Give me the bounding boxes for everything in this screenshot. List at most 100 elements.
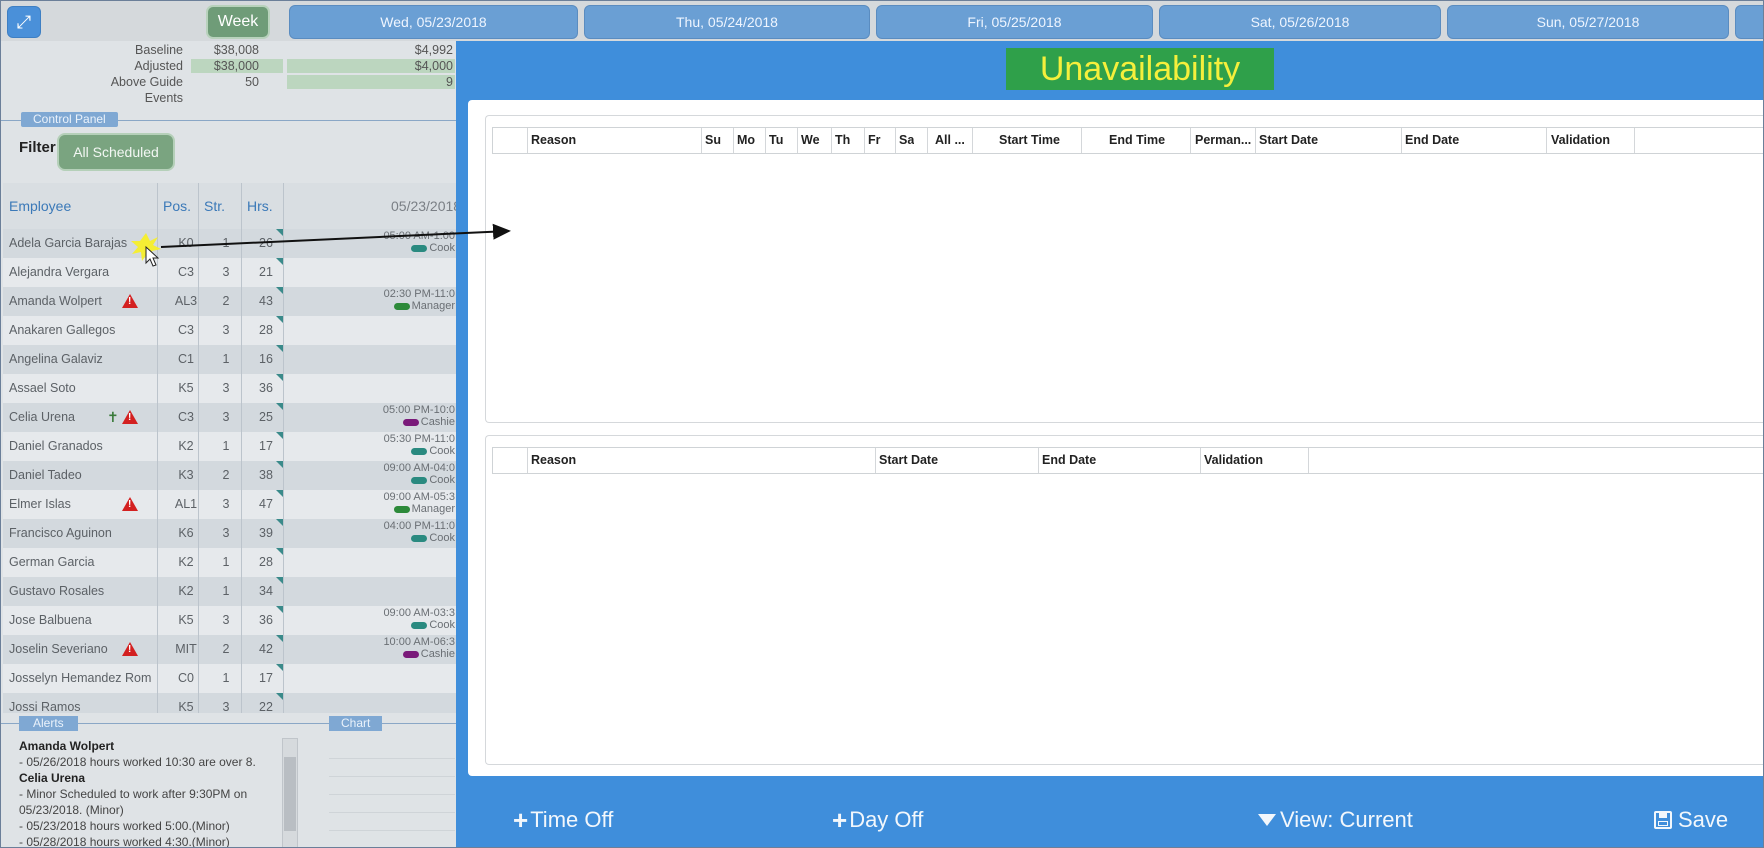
header-str[interactable]: Str. xyxy=(204,183,225,229)
table-row[interactable]: Daniel Tadeo K3 2 38 09:00 AM-04:0 Cook xyxy=(3,461,457,491)
th-end-date[interactable]: End Date xyxy=(1042,448,1096,473)
time-off-button[interactable]: + Time Off xyxy=(513,802,613,838)
employee-name[interactable]: Daniel Tadeo xyxy=(9,461,159,490)
th-validation[interactable]: Validation xyxy=(1551,128,1610,153)
day-tab-thu[interactable]: Thu, 05/24/2018 xyxy=(584,5,870,39)
shift-time[interactable]: 02:30 PM-11:0 xyxy=(384,288,455,300)
alerts-scrollbar[interactable] xyxy=(282,738,298,847)
employee-name[interactable]: Francisco Aguinon xyxy=(9,519,159,548)
table-row[interactable]: Adela Garcia Barajas K0 1 26 05:00 AM-1:00 Co… xyxy=(3,229,457,259)
hours-corner-marker xyxy=(276,577,283,584)
th-all-day[interactable]: All ... xyxy=(935,128,965,153)
table-row[interactable]: Jossi Ramos K5 3 22 xyxy=(3,693,457,713)
expand-button[interactable]: ⤢ xyxy=(7,6,41,38)
table-row[interactable]: Gustavo Rosales K2 1 34 xyxy=(3,577,457,607)
table-row[interactable]: Anakaren Gallegos C3 3 28 xyxy=(3,316,457,346)
table-row[interactable]: Elmer IslasAL134709:00 AM-05:3Manager xyxy=(3,490,457,520)
view-filter-button[interactable]: View: Current xyxy=(1258,802,1413,838)
employee-position: K2 xyxy=(178,439,194,453)
alert-employee-name: Celia Urena xyxy=(19,771,86,785)
table-row[interactable]: Celia UrenaC3325✝05:00 PM-10:0Cashie xyxy=(3,403,457,433)
shift-time[interactable]: 10:00 AM-06:3 xyxy=(383,636,455,648)
day-tab-sun[interactable]: Sun, 05/27/2018 xyxy=(1447,5,1729,39)
day-tab-wed[interactable]: Wed, 05/23/2018 xyxy=(289,5,578,39)
th-validation[interactable]: Validation xyxy=(1204,448,1263,473)
shift-time[interactable]: 09:00 AM-03:3 xyxy=(383,607,455,619)
employee-strength: 1 xyxy=(222,671,230,685)
th-th[interactable]: Th xyxy=(835,128,850,153)
employee-position: C1 xyxy=(178,352,194,366)
warning-icon[interactable] xyxy=(122,497,138,511)
alert-employee-name: Amanda Wolpert xyxy=(19,739,115,753)
employee-strength: 3 xyxy=(222,497,230,511)
shift-time[interactable]: 05:00 AM-1:00 xyxy=(383,230,455,242)
th-start-time[interactable]: Start Time xyxy=(999,128,1060,153)
employee-name[interactable]: Jossi Ramos xyxy=(9,693,159,713)
employee-name[interactable]: Anakaren Gallegos xyxy=(9,316,159,345)
table-row[interactable]: Josselyn Hemandez Rom C0 1 17 xyxy=(3,664,457,694)
table-row[interactable]: Jose Balbuena K5 3 36 09:00 AM-03:3 Cook xyxy=(3,606,457,636)
th-fr[interactable]: Fr xyxy=(868,128,881,153)
day-off-button[interactable]: + Day Off xyxy=(832,802,923,838)
shift-time[interactable]: 04:00 PM-11:0 xyxy=(384,520,455,532)
th-reason[interactable]: Reason xyxy=(531,448,576,473)
th-end-time[interactable]: End Time xyxy=(1109,128,1165,153)
filter-button[interactable]: All Scheduled xyxy=(57,133,175,171)
th-tu[interactable]: Tu xyxy=(769,128,783,153)
th-mo[interactable]: Mo xyxy=(737,128,755,153)
table-row[interactable]: Francisco Aguinon K6 3 39 04:00 PM-11:0 Cook xyxy=(3,519,457,549)
th-end-date[interactable]: End Date xyxy=(1405,128,1459,153)
warning-icon[interactable] xyxy=(122,294,138,308)
day-tab-sat[interactable]: Sat, 05/26/2018 xyxy=(1159,5,1441,39)
hours-corner-marker xyxy=(276,693,283,700)
header-hrs[interactable]: Hrs. xyxy=(247,183,273,229)
day-tab-next[interactable] xyxy=(1735,5,1763,39)
summary-row-above-guide: Above Guide 50 9 xyxy=(1,75,456,91)
summary-label: Baseline xyxy=(135,43,183,57)
employee-name[interactable]: Jose Balbuena xyxy=(9,606,159,635)
employee-name[interactable]: Assael Soto xyxy=(9,374,159,403)
employee-name[interactable]: Gustavo Rosales xyxy=(9,577,159,606)
th-su[interactable]: Su xyxy=(705,128,721,153)
day-tab-fri[interactable]: Fri, 05/25/2018 xyxy=(876,5,1153,39)
th-sa[interactable]: Sa xyxy=(899,128,914,153)
table-row[interactable]: Daniel Granados K2 1 17 05:30 PM-11:0 Cook xyxy=(3,432,457,462)
employee-name[interactable]: Alejandra Vergara xyxy=(9,258,159,287)
shift-time[interactable]: 05:30 PM-11:0 xyxy=(384,433,455,445)
table-row[interactable]: Alejandra Vergara C3 3 21 xyxy=(3,258,457,288)
weekly-table-header: Reason Su Mo Tu We Th Fr Sa All ... Star… xyxy=(492,127,1763,154)
table-row[interactable]: Joselin SeverianoMIT24210:00 AM-06:3Cash… xyxy=(3,635,457,665)
employee-strength: 1 xyxy=(222,236,230,250)
th-we[interactable]: We xyxy=(801,128,820,153)
shift-time[interactable]: 09:00 AM-04:0 xyxy=(383,462,455,474)
th-reason[interactable]: Reason xyxy=(531,128,576,153)
role-color-pill xyxy=(402,650,419,658)
save-button[interactable]: Save xyxy=(1654,802,1728,838)
employee-name[interactable]: Angelina Galaviz xyxy=(9,345,159,374)
th-start-date[interactable]: Start Date xyxy=(1259,128,1318,153)
summary-row-events: Events xyxy=(1,91,456,107)
column-separator xyxy=(1308,448,1309,473)
shift-time[interactable]: 05:00 PM-10:0 xyxy=(383,404,455,416)
shift-time[interactable]: 09:00 AM-05:3 xyxy=(383,491,455,503)
th-permanent[interactable]: Perman... xyxy=(1195,128,1251,153)
table-row[interactable]: Amanda WolpertAL324302:30 PM-11:0Manager xyxy=(3,287,457,317)
table-row[interactable]: Angelina Galaviz C1 1 16 xyxy=(3,345,457,375)
table-row[interactable]: Assael Soto K5 3 36 xyxy=(3,374,457,404)
header-employee[interactable]: Employee xyxy=(9,183,71,229)
th-start-date[interactable]: Start Date xyxy=(879,448,938,473)
table-row[interactable]: German Garcia K2 1 28 xyxy=(3,548,457,578)
employee-name[interactable]: Adela Garcia Barajas xyxy=(9,229,159,258)
save-icon xyxy=(1654,811,1672,829)
warning-icon[interactable] xyxy=(122,410,138,424)
employee-name[interactable]: German Garcia xyxy=(9,548,159,577)
alerts-scroll-thumb[interactable] xyxy=(284,757,296,831)
week-button[interactable]: Week xyxy=(206,5,270,39)
hours-corner-marker xyxy=(276,519,283,526)
warning-icon[interactable] xyxy=(122,642,138,656)
header-pos[interactable]: Pos. xyxy=(163,183,191,229)
employee-strength: 3 xyxy=(222,613,230,627)
column-separator xyxy=(765,128,766,153)
employee-name[interactable]: Daniel Granados xyxy=(9,432,159,461)
employee-name[interactable]: Josselyn Hemandez Rom xyxy=(9,664,159,693)
